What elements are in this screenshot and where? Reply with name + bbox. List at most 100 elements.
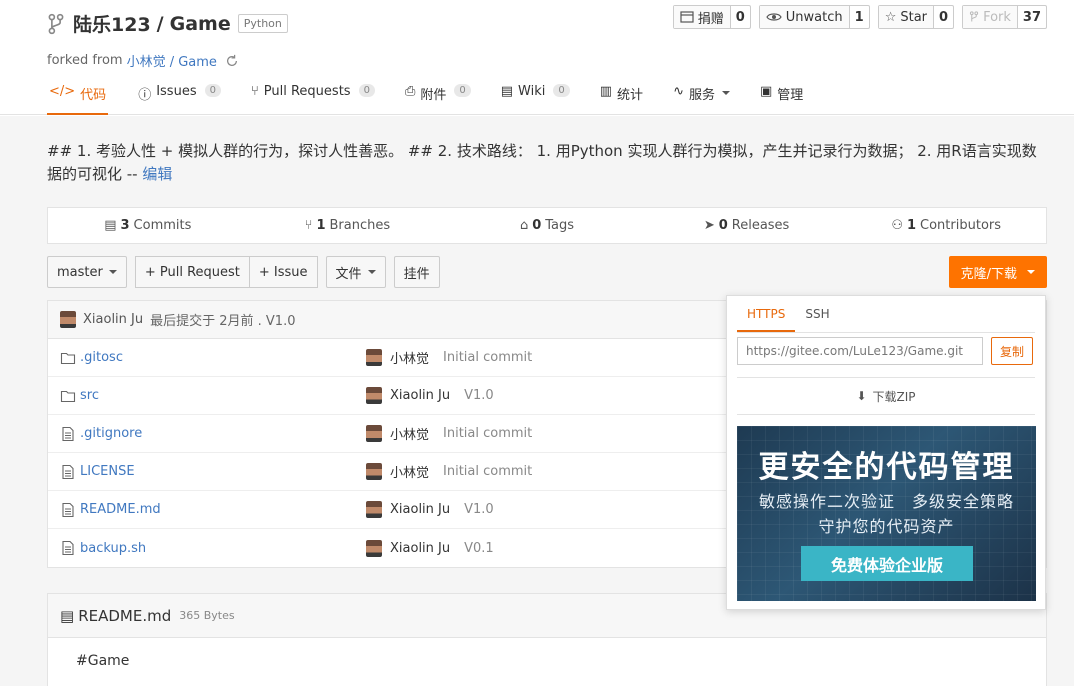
avatar[interactable] [60, 311, 76, 328]
avatar[interactable] [366, 501, 382, 518]
file-commit-cell: Xiaolin Ju V1.0 [366, 501, 494, 518]
pulse-icon: ∿ [673, 84, 684, 99]
file-name-link[interactable]: README.md [80, 502, 161, 517]
file-commit-author[interactable]: Xiaolin Ju [390, 541, 450, 556]
paperclip-icon: ⎙ [404, 84, 416, 99]
copy-button[interactable]: 复制 [991, 337, 1034, 365]
widget-button[interactable]: 挂件 [393, 256, 440, 288]
stat-tags[interactable]: ⌂ 0 Tags [447, 208, 647, 243]
clone-url-row: 复制 [737, 337, 1035, 365]
watch-count[interactable]: 1 [848, 6, 869, 28]
stat-commits[interactable]: ▤ 3 Commits [48, 208, 248, 243]
avatar[interactable] [366, 349, 382, 366]
star-count[interactable]: 0 [933, 6, 953, 28]
file-commit-author[interactable]: Xiaolin Ju [390, 502, 450, 517]
tag-icon: ⌂ [519, 218, 529, 233]
file-name-link[interactable]: backup.sh [80, 541, 146, 556]
branch-select[interactable]: master [47, 256, 127, 288]
file-commit-author[interactable]: 小林觉 [390, 424, 429, 443]
file-commit-author[interactable]: 小林觉 [390, 348, 429, 367]
enterprise-banner[interactable]: 更安全的代码管理 敏感操作二次验证 多级安全策略 守护您的代码资产 免费体验企业… [737, 426, 1036, 601]
attachments-count-badge: 0 [454, 84, 471, 97]
tab-attachments-label: 附件 [420, 88, 447, 103]
readme-body: #Game [76, 653, 130, 669]
fork-count[interactable]: 37 [1016, 6, 1046, 28]
donate-button[interactable]: 捐赠 0 [672, 5, 751, 29]
clone-popup: HTTPS SSH 复制 ⬇ 下载ZIP 更安全的代码管理 敏感操作二次验证 多… [726, 295, 1046, 610]
clone-download-button[interactable]: 克隆/下载 [948, 256, 1047, 288]
stat-releases[interactable]: ➤ 0 Releases [647, 208, 847, 243]
contributors-label: Contributors [920, 218, 1002, 233]
commits-label: Commits [133, 218, 192, 233]
repo-header: 陆乐123 / Game Python forked from 小林觉 / Ga… [0, 0, 1074, 115]
fork-small-icon [969, 11, 979, 22]
file-name-link[interactable]: LICENSE [80, 464, 135, 479]
repo-owner[interactable]: 陆乐123 [73, 10, 151, 37]
readme-title[interactable]: README.md [78, 607, 171, 625]
pull-request-icon: ⑂ [250, 84, 259, 99]
file-commit-cell: Xiaolin Ju V1.0 [366, 387, 494, 404]
bar-chart-icon: ▥ [599, 84, 613, 99]
releases-label: Releases [731, 218, 790, 233]
file-name-link[interactable]: .gitosc [80, 350, 123, 365]
tab-wiki[interactable]: ▤ Wiki 0 [501, 80, 570, 115]
files-menu-button[interactable]: 文件 [325, 256, 386, 288]
repo-name[interactable]: Game [170, 13, 231, 35]
star-icon: ☆ [884, 9, 897, 25]
tab-stats-label: 统计 [617, 88, 644, 103]
avatar[interactable] [366, 425, 382, 442]
file-icon [62, 426, 74, 441]
stat-branches[interactable]: ⑂ 1 Branches [248, 208, 448, 243]
file-commit-message[interactable]: V1.0 [464, 502, 494, 517]
donate-count[interactable]: 0 [729, 6, 750, 28]
tab-services[interactable]: ∿ 服务 [673, 80, 730, 115]
repo-separator: / [156, 12, 164, 35]
pull-requests-count-badge: 0 [358, 84, 375, 97]
file-name-cell: .gitosc [60, 350, 123, 366]
commits-count: 3 [120, 218, 130, 233]
file-commit-message[interactable]: Initial commit [443, 350, 532, 365]
file-commit-message[interactable]: Initial commit [443, 426, 532, 441]
latest-commit-text: 最后提交于 2月前 . V1.0 [150, 314, 296, 329]
latest-commit-author[interactable]: Xiaolin Ju [83, 312, 143, 327]
download-zip-button[interactable]: ⬇ 下载ZIP [737, 377, 1035, 415]
tab-https[interactable]: HTTPS [737, 296, 796, 332]
file-commit-message[interactable]: V0.1 [464, 541, 494, 556]
star-button[interactable]: ☆ Star 0 [877, 5, 955, 29]
tab-attachments[interactable]: ⎙ 附件 0 [405, 80, 471, 115]
chevron-down-icon [721, 91, 730, 95]
tab-issues[interactable]: ⓘ Issues 0 [138, 80, 221, 115]
file-name-link[interactable]: .gitignore [80, 426, 142, 441]
donate-label: 捐赠 [697, 11, 724, 27]
file-commit-message[interactable]: Initial commit [443, 464, 532, 479]
clone-url-input[interactable] [737, 337, 983, 365]
fork-icon [48, 13, 64, 34]
forked-source-link[interactable]: 小林觉 / Game [127, 51, 217, 70]
avatar[interactable] [366, 463, 382, 480]
forked-from: forked from 小林觉 / Game [47, 51, 239, 70]
tab-ssh[interactable]: SSH [795, 296, 839, 332]
fork-button[interactable]: Fork 37 [962, 5, 1047, 29]
tab-manage[interactable]: ▣ 管理 [760, 80, 803, 115]
unwatch-button[interactable]: Unwatch 1 [758, 5, 870, 29]
avatar[interactable] [366, 387, 382, 404]
stat-contributors[interactable]: ⚇ 1 Contributors [846, 208, 1046, 243]
repo-description: ## 1. 考验人性 + 模拟人群的行为，探讨人性善恶。 ## 2. 技术路线：… [47, 140, 1047, 186]
language-badge[interactable]: Python [237, 14, 288, 33]
tags-label: Tags [545, 218, 575, 233]
tab-pull-requests[interactable]: ⑂ Pull Requests 0 [251, 80, 375, 115]
file-name-link[interactable]: src [80, 388, 99, 403]
tab-stats[interactable]: ▥ 统计 [600, 80, 643, 115]
trial-enterprise-button[interactable]: 免费体验企业版 [801, 546, 973, 581]
unwatch-label: Unwatch [785, 9, 843, 25]
new-pull-request-button[interactable]: + Pull Request [134, 256, 250, 288]
edit-description-link[interactable]: 编辑 [142, 165, 172, 183]
file-commit-author[interactable]: Xiaolin Ju [390, 388, 450, 403]
sync-icon[interactable] [225, 54, 239, 68]
file-commit-author[interactable]: 小林觉 [390, 462, 429, 481]
avatar[interactable] [366, 539, 382, 557]
wiki-count-badge: 0 [553, 84, 570, 97]
tab-code[interactable]: </> 代码 [47, 80, 109, 115]
file-commit-message[interactable]: V1.0 [464, 388, 494, 403]
new-issue-button[interactable]: + Issue [249, 256, 318, 288]
